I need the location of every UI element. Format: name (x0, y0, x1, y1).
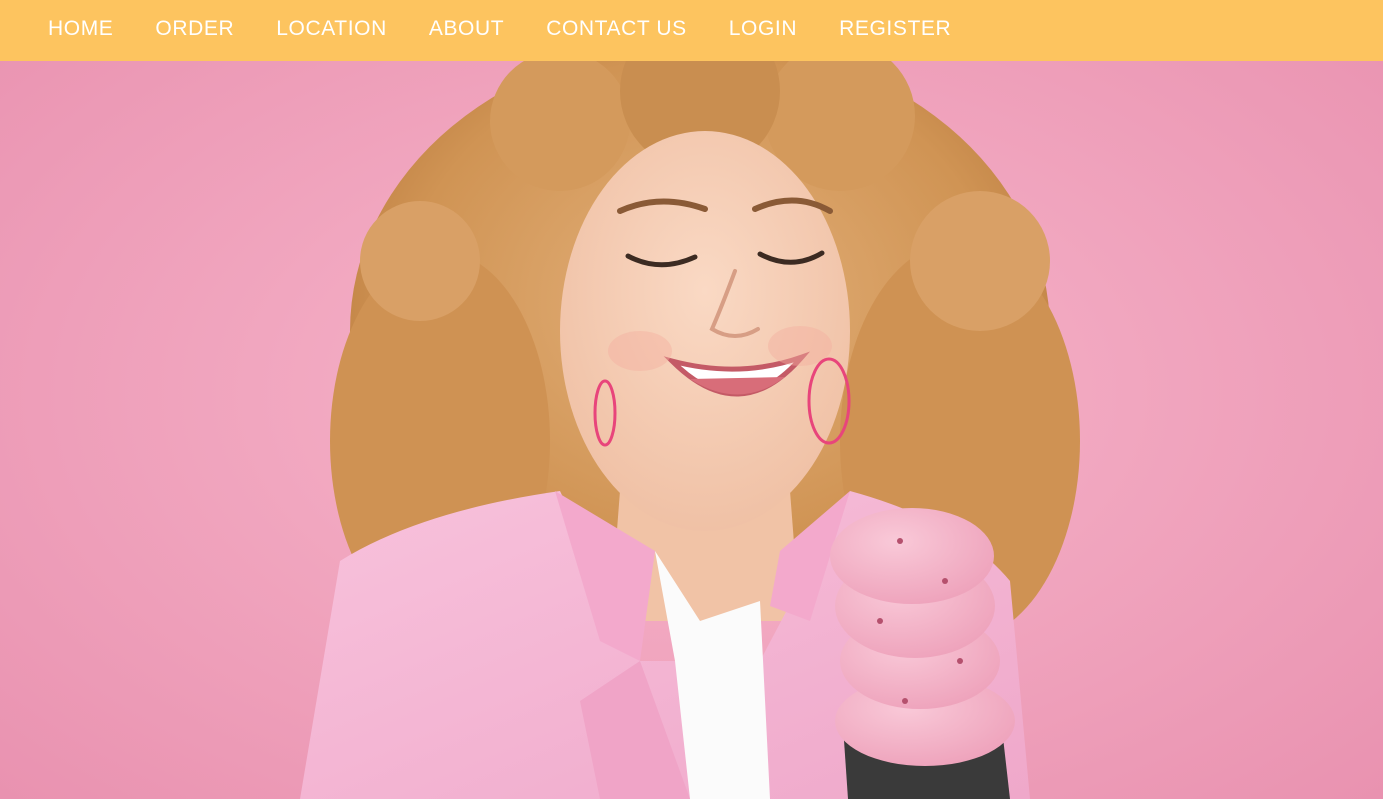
nav-location-link[interactable]: LOCATION (276, 17, 387, 41)
face (560, 131, 851, 531)
nav-register-link[interactable]: REGISTER (839, 17, 951, 41)
ice-cream-cone (830, 508, 1015, 799)
nav-login-link[interactable]: LOGIN (729, 17, 797, 41)
nav-order-link[interactable]: ORDER (155, 17, 234, 41)
top-navbar: HOME ORDER LOCATION ABOUT CONTACT US LOG… (0, 0, 1383, 61)
hero-image (300, 61, 1080, 799)
nav-home-link[interactable]: HOME (48, 17, 113, 41)
nav-contact-us-link[interactable]: CONTACT US (546, 17, 687, 41)
hero-banner (0, 61, 1383, 799)
nav-about-link[interactable]: ABOUT (429, 17, 504, 41)
